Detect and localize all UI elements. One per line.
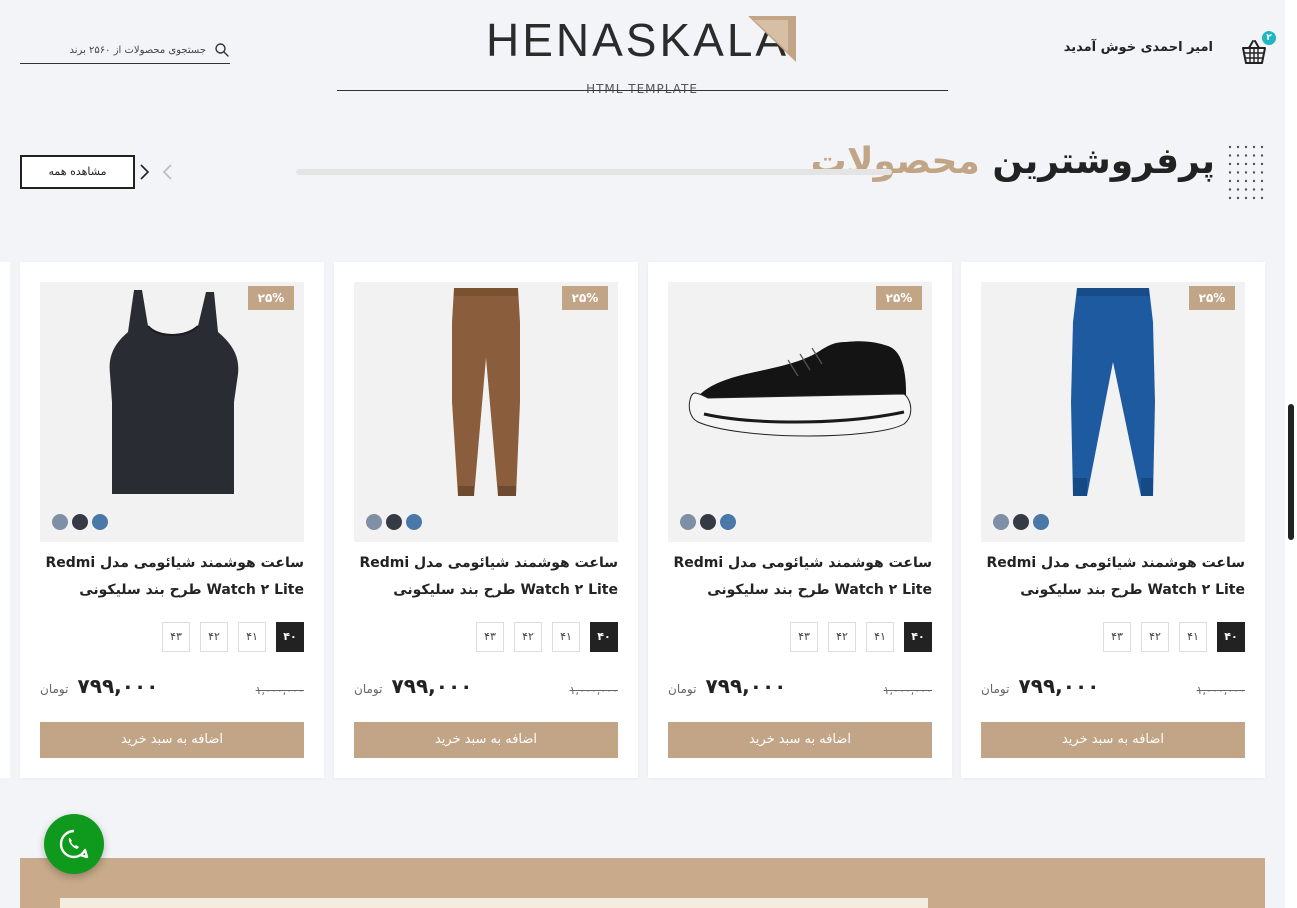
product-title[interactable]: ساعت هوشمند شیائومی مدل Redmi Watch ۲ Li…: [34, 550, 304, 604]
color-swatch[interactable]: [1033, 514, 1049, 530]
logo-subtitle: HTML TEMPLATE: [586, 82, 698, 96]
product-image[interactable]: ۲۵%: [981, 282, 1245, 542]
section-title: پرفروشترین محصولات: [810, 141, 1216, 182]
carousel-prev-icon[interactable]: [160, 162, 176, 182]
view-all-button[interactable]: مشاهده همه: [20, 155, 135, 189]
size-options: ۴۰ ۴۱ ۴۲ ۴۳: [162, 622, 304, 652]
old-price: ۱,۰۰۰,۰۰۰: [255, 684, 304, 697]
search-bar[interactable]: [20, 38, 230, 64]
add-to-cart-button[interactable]: اضافه به سبد خرید: [40, 722, 304, 758]
old-price: ۱,۰۰۰,۰۰۰: [1196, 684, 1245, 697]
color-swatch[interactable]: [92, 514, 108, 530]
size-option[interactable]: ۴۲: [514, 622, 542, 652]
section-title-part1: پرفروشترین: [992, 141, 1216, 182]
color-swatch[interactable]: [406, 514, 422, 530]
product-title[interactable]: ساعت هوشمند شیائومی مدل Redmi Watch ۲ Li…: [348, 550, 618, 604]
size-options: ۴۰ ۴۱ ۴۲ ۴۳: [476, 622, 618, 652]
section-divider: [296, 169, 892, 175]
price: ۷۹۹,۰۰۰ تومان: [668, 674, 786, 698]
size-option[interactable]: ۴۱: [1179, 622, 1207, 652]
scrollbar-thumb[interactable]: [1288, 404, 1294, 540]
add-to-cart-button[interactable]: اضافه به سبد خرید: [981, 722, 1245, 758]
price-currency: تومان: [668, 682, 697, 696]
price: ۷۹۹,۰۰۰ تومان: [354, 674, 472, 698]
price-value: ۷۹۹,۰۰۰: [705, 674, 787, 698]
size-option[interactable]: ۴۳: [162, 622, 190, 652]
product-image[interactable]: ۲۵%: [354, 282, 618, 542]
discount-badge: ۲۵%: [1189, 286, 1235, 310]
size-options: ۴۰ ۴۱ ۴۲ ۴۳: [1103, 622, 1245, 652]
size-option[interactable]: ۴۳: [790, 622, 818, 652]
size-option[interactable]: ۴۱: [238, 622, 266, 652]
color-swatch[interactable]: [366, 514, 382, 530]
product-card[interactable]: ۲۵% ساعت هوشمند شیائومی مدل Redmi Watch …: [648, 262, 952, 778]
color-swatch[interactable]: [72, 514, 88, 530]
discount-badge: ۲۵%: [248, 286, 294, 310]
color-swatch[interactable]: [52, 514, 68, 530]
size-option[interactable]: ۴۰: [276, 622, 304, 652]
price: ۷۹۹,۰۰۰ تومان: [981, 674, 1099, 698]
section-title-part2: محصولات: [810, 141, 981, 182]
whatsapp-icon: [59, 829, 89, 859]
color-swatches: [680, 514, 736, 530]
old-price: ۱,۰۰۰,۰۰۰: [569, 684, 618, 697]
color-swatch[interactable]: [720, 514, 736, 530]
size-option[interactable]: ۴۰: [1217, 622, 1245, 652]
size-option[interactable]: ۴۲: [828, 622, 856, 652]
price-value: ۷۹۹,۰۰۰: [1018, 674, 1100, 698]
product-image[interactable]: ۲۵%: [668, 282, 932, 542]
product-card-partial: [0, 262, 10, 778]
size-option[interactable]: ۴۰: [590, 622, 618, 652]
discount-badge: ۲۵%: [876, 286, 922, 310]
search-icon[interactable]: [214, 42, 230, 58]
carousel-next-icon[interactable]: [136, 162, 152, 182]
logo-triangle-icon: [748, 16, 796, 62]
size-option[interactable]: ۴۲: [1141, 622, 1169, 652]
decorative-dots-icon: [1228, 145, 1264, 200]
size-option[interactable]: ۴۳: [476, 622, 504, 652]
color-swatch[interactable]: [993, 514, 1009, 530]
add-to-cart-button[interactable]: اضافه به سبد خرید: [668, 722, 932, 758]
product-card[interactable]: ۲۵% ساعت هوشمند شیائومی مدل Redmi Watch …: [20, 262, 324, 778]
color-swatches: [366, 514, 422, 530]
size-option[interactable]: ۴۲: [200, 622, 228, 652]
old-price: ۱,۰۰۰,۰۰۰: [883, 684, 932, 697]
price: ۷۹۹,۰۰۰ تومان: [40, 674, 158, 698]
product-title[interactable]: ساعت هوشمند شیائومی مدل Redmi Watch ۲ Li…: [975, 550, 1245, 604]
promo-banner-inner: [60, 898, 928, 908]
logo-text: HENASKALA: [486, 14, 790, 66]
size-option[interactable]: ۴۱: [552, 622, 580, 652]
size-options: ۴۰ ۴۱ ۴۲ ۴۳: [790, 622, 932, 652]
product-card[interactable]: ۲۵% ساعت هوشمند شیائومی مدل Redmi Watch …: [334, 262, 638, 778]
logo[interactable]: HENASKALA HTML TEMPLATE: [486, 14, 798, 96]
price-currency: تومان: [40, 682, 69, 696]
color-swatch[interactable]: [680, 514, 696, 530]
color-swatches: [993, 514, 1049, 530]
header-divider: [337, 90, 948, 91]
search-input[interactable]: [20, 38, 206, 62]
color-swatches: [52, 514, 108, 530]
color-swatch[interactable]: [386, 514, 402, 530]
color-swatch[interactable]: [700, 514, 716, 530]
color-swatch[interactable]: [1013, 514, 1029, 530]
whatsapp-button[interactable]: [44, 814, 104, 874]
size-option[interactable]: ۴۱: [866, 622, 894, 652]
price-value: ۷۹۹,۰۰۰: [391, 674, 473, 698]
size-option[interactable]: ۴۳: [1103, 622, 1131, 652]
price-currency: تومان: [981, 682, 1010, 696]
product-title[interactable]: ساعت هوشمند شیائومی مدل Redmi Watch ۲ Li…: [662, 550, 932, 604]
size-option[interactable]: ۴۰: [904, 622, 932, 652]
add-to-cart-button[interactable]: اضافه به سبد خرید: [354, 722, 618, 758]
welcome-text[interactable]: امیر احمدی خوش آمدید: [1064, 40, 1213, 55]
discount-badge: ۲۵%: [562, 286, 608, 310]
price-currency: تومان: [354, 682, 383, 696]
cart-count-badge: ۲: [1262, 31, 1276, 45]
price-value: ۷۹۹,۰۰۰: [77, 674, 159, 698]
product-card[interactable]: ۲۵% ساعت هوشمند شیائومی مدل Redmi Watch …: [961, 262, 1265, 778]
product-image[interactable]: ۲۵%: [40, 282, 304, 542]
